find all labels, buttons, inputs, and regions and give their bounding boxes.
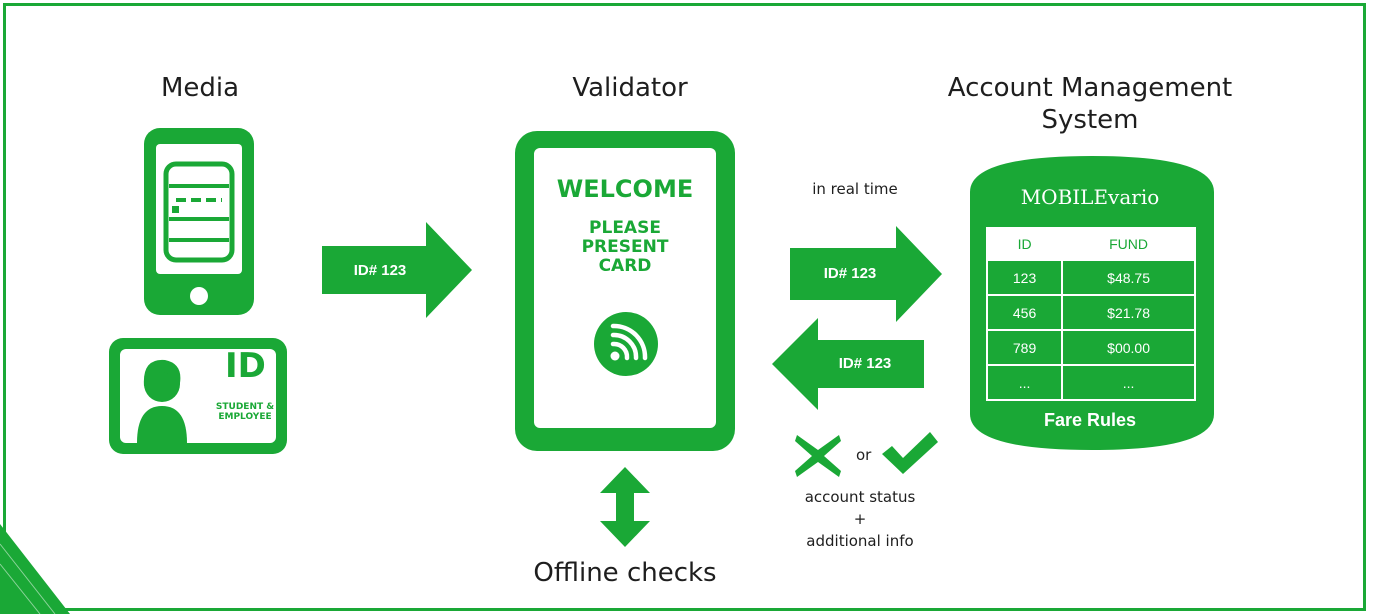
contactless-icon (594, 312, 658, 376)
validator-instruction: PLEASE PRESENT CARD (581, 218, 669, 276)
smartphone-icon (144, 128, 254, 315)
table-cell-fund: $21.78 (1061, 294, 1196, 331)
corner-decoration (0, 524, 70, 614)
accounts-table: ID FUND 123 $48.75 456 $21.78 789 $00.00… (985, 227, 1196, 401)
table-cell-fund: $00.00 (1061, 329, 1196, 366)
table-cell-fund: ... (1061, 364, 1196, 401)
table-header-fund: FUND (1061, 227, 1196, 261)
table-cell-id: 456 (985, 294, 1064, 331)
id-card: ID STUDENT & EMPLOYEE (107, 336, 289, 456)
account-status-label: account status (804, 488, 916, 506)
fare-rules-label: Fare Rules (1043, 410, 1137, 430)
arrow-media-label: ID# 123 (353, 262, 407, 279)
table-row: ... ... (985, 364, 1196, 401)
table-cell-id: 789 (985, 329, 1064, 366)
table-cell-fund: $48.75 (1061, 259, 1196, 296)
table-header-id: ID (985, 227, 1064, 261)
arrow-from-ams-label: ID# 123 (838, 355, 892, 372)
or-label: or (856, 446, 872, 464)
realtime-label: in real time (812, 180, 898, 198)
media-heading: Media (160, 73, 240, 103)
checkmark-icon (882, 432, 938, 474)
ams-heading: Account Management System (947, 73, 1233, 135)
validator-welcome: WELCOME (556, 175, 694, 203)
table-cell-id: ... (985, 364, 1064, 401)
id-card-badge: ID (225, 346, 266, 386)
id-card-caption: STUDENT & EMPLOYEE (215, 402, 275, 422)
additional-info-label: additional info (806, 532, 914, 550)
table-row: 789 $00.00 (985, 329, 1196, 366)
table-row: 456 $21.78 (985, 294, 1196, 331)
table-header-row: ID FUND (985, 227, 1196, 261)
offline-checks-label: Offline checks (533, 558, 717, 588)
table-row: 123 $48.75 (985, 259, 1196, 296)
validator-heading: Validator (572, 73, 688, 103)
cross-icon (795, 435, 841, 477)
updown-arrow-icon (600, 467, 650, 547)
table-cell-id: 123 (985, 259, 1064, 296)
ams-system-name: MOBILEvario (1020, 185, 1160, 209)
status-plus-label: + (853, 510, 867, 528)
arrow-to-ams-label: ID# 123 (823, 265, 877, 282)
